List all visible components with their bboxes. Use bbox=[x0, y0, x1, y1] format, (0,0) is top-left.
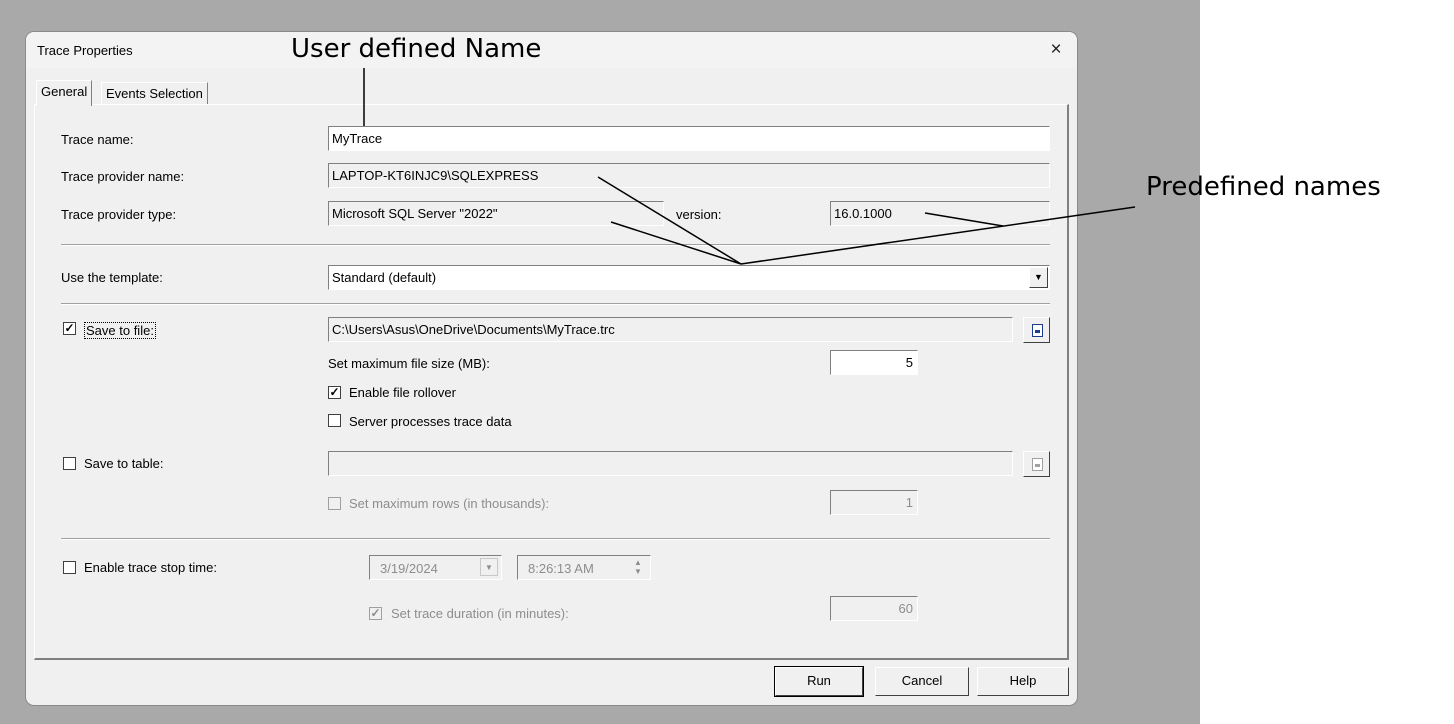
chevron-down-icon[interactable]: ▼ bbox=[1029, 267, 1048, 288]
enable-stop-time-checkbox[interactable] bbox=[63, 561, 76, 574]
template-selected-value: Standard (default) bbox=[332, 270, 437, 285]
table-field bbox=[328, 451, 1013, 476]
save-to-file-checkbox[interactable]: ✓ bbox=[63, 322, 76, 335]
set-duration-checkbox: ✓ bbox=[369, 606, 382, 620]
close-button[interactable]: × bbox=[1041, 35, 1071, 65]
save-to-file-label[interactable]: Save to file: bbox=[84, 322, 156, 339]
stop-date-value: 3/19/2024 bbox=[380, 561, 438, 576]
file-path-field[interactable]: C:\Users\Asus\OneDrive\Documents\MyTrace… bbox=[328, 317, 1013, 342]
provider-name-field: LAPTOP-KT6INJC9\SQLEXPRESS bbox=[328, 163, 1050, 188]
table-icon bbox=[1032, 458, 1043, 471]
stop-time-value: 8:26:13 AM bbox=[528, 561, 594, 576]
enable-rollover-label[interactable]: Enable file rollover bbox=[349, 385, 456, 400]
max-rows-checkbox bbox=[328, 497, 341, 510]
file-icon bbox=[1032, 324, 1043, 337]
save-to-table-label[interactable]: Save to table: bbox=[84, 456, 164, 471]
max-rows-field: 1 bbox=[830, 490, 918, 515]
separator bbox=[61, 303, 1050, 305]
spinner-icon: ▲ ▼ bbox=[634, 558, 642, 576]
provider-type-field: Microsoft SQL Server "2022" bbox=[328, 201, 664, 226]
enable-stop-time-label[interactable]: Enable trace stop time: bbox=[84, 560, 217, 575]
stop-time-picker: 8:26:13 AM ▲ ▼ bbox=[517, 555, 651, 580]
cancel-button[interactable]: Cancel bbox=[875, 667, 969, 696]
browse-file-button[interactable] bbox=[1023, 317, 1050, 343]
version-label: version: bbox=[676, 207, 722, 222]
server-processes-checkbox[interactable] bbox=[328, 414, 341, 427]
template-label: Use the template: bbox=[61, 270, 163, 285]
separator bbox=[61, 538, 1050, 540]
set-duration-label: Set trace duration (in minutes): bbox=[391, 606, 569, 621]
template-select[interactable]: Standard (default) ▼ bbox=[328, 265, 1050, 290]
tab-events-selection[interactable]: Events Selection bbox=[101, 82, 208, 104]
server-processes-label[interactable]: Server processes trace data bbox=[349, 414, 512, 429]
max-file-size-label: Set maximum file size (MB): bbox=[328, 356, 490, 371]
enable-rollover-checkbox[interactable]: ✓ bbox=[328, 386, 341, 399]
version-field: 16.0.1000 bbox=[830, 201, 1050, 226]
max-file-size-input[interactable]: 5 bbox=[830, 350, 918, 375]
stop-date-picker: 3/19/2024 ▼ bbox=[369, 555, 502, 580]
duration-field: 60 bbox=[830, 596, 918, 621]
tab-general[interactable]: General bbox=[36, 80, 93, 106]
provider-name-label: Trace provider name: bbox=[61, 169, 185, 184]
trace-name-input[interactable]: MyTrace bbox=[328, 126, 1050, 151]
title-bar: Trace Properties × bbox=[26, 32, 1077, 68]
annotation-predefined: Predefined names bbox=[1146, 172, 1381, 202]
provider-type-label: Trace provider type: bbox=[61, 207, 177, 222]
chevron-down-icon: ▼ bbox=[480, 558, 498, 576]
trace-name-label: Trace name: bbox=[61, 132, 134, 147]
browse-table-button bbox=[1023, 451, 1050, 477]
run-button[interactable]: Run bbox=[775, 667, 863, 696]
max-rows-label: Set maximum rows (in thousands): bbox=[349, 496, 550, 511]
trace-properties-dialog: Trace Properties × General Events Select… bbox=[26, 32, 1077, 705]
dialog-title: Trace Properties bbox=[37, 43, 133, 58]
annotation-user-defined: User defined Name bbox=[291, 34, 542, 64]
separator bbox=[61, 244, 1050, 246]
save-to-table-checkbox[interactable] bbox=[63, 457, 76, 470]
help-button[interactable]: Help bbox=[977, 667, 1069, 696]
